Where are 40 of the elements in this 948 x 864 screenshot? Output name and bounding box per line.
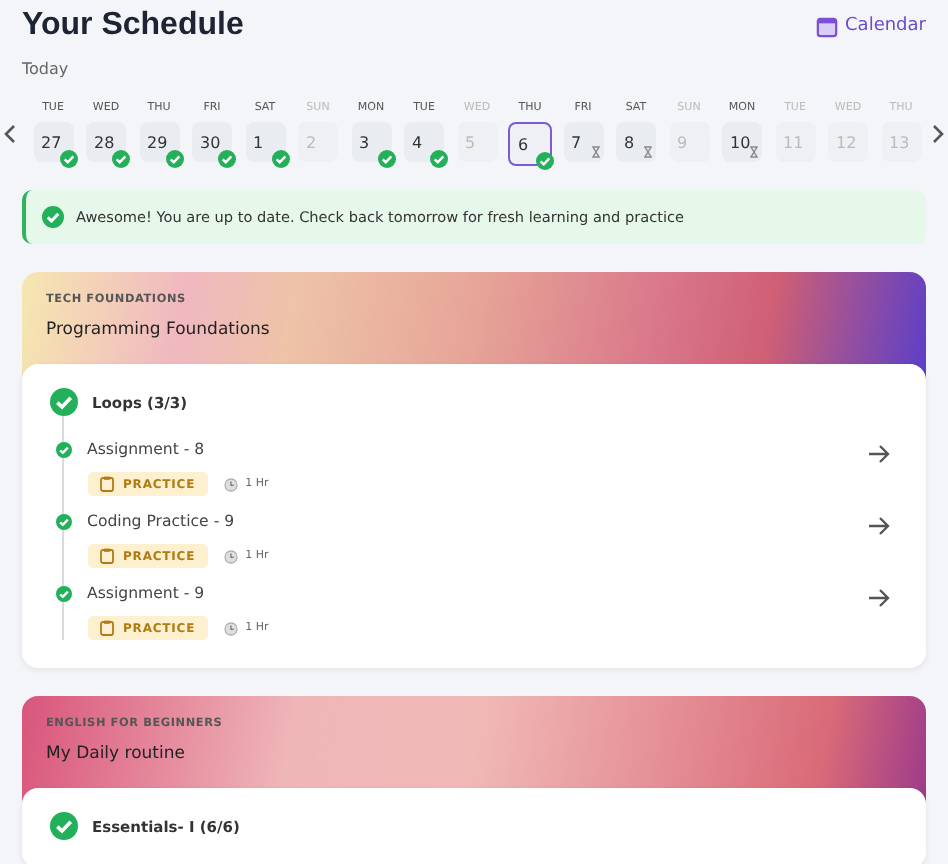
chevron-left-icon[interactable] <box>4 124 16 144</box>
course-title: My Daily routine <box>46 744 187 764</box>
calendar-icon <box>815 15 838 37</box>
date-button[interactable]: 4 <box>404 122 444 162</box>
clipboard-icon <box>99 620 113 636</box>
date-button[interactable]: 6 <box>508 122 552 166</box>
hourglass-icon <box>644 146 652 158</box>
date-button[interactable]: 30 <box>192 122 232 162</box>
check-icon <box>218 150 236 168</box>
arrow-right-icon[interactable] <box>868 588 890 608</box>
check-icon <box>165 150 183 168</box>
clock-icon <box>223 621 238 635</box>
check-icon <box>112 150 130 168</box>
clipboard-icon <box>99 548 113 564</box>
date-button[interactable]: 10 <box>722 122 762 162</box>
check-icon <box>377 150 395 168</box>
date-button[interactable]: 1 <box>245 122 285 162</box>
clock-icon <box>223 549 238 563</box>
arrow-right-icon[interactable] <box>868 444 890 464</box>
check-icon <box>430 150 448 168</box>
check-icon <box>536 152 554 170</box>
date-button[interactable]: 7 <box>563 122 603 162</box>
hourglass-icon <box>591 146 599 158</box>
chevron-right-icon[interactable] <box>932 124 944 144</box>
check-icon <box>59 150 77 168</box>
arrow-right-icon[interactable] <box>868 516 890 536</box>
check-icon <box>271 150 289 168</box>
clock-icon <box>223 477 238 491</box>
page-title: Your Schedule <box>22 8 244 44</box>
date-button[interactable]: 29 <box>139 122 179 162</box>
date-button[interactable]: 27 <box>33 122 73 162</box>
course-title: Programming Foundations <box>46 320 272 340</box>
clipboard-icon <box>99 476 113 492</box>
date-button[interactable]: 28 <box>86 122 126 162</box>
date-button[interactable]: 8 <box>616 122 656 162</box>
check-icon <box>42 206 64 228</box>
today-label: Today <box>20 58 71 78</box>
calendar-link[interactable]: Calendar <box>815 15 926 37</box>
hourglass-icon <box>750 146 758 158</box>
date-button[interactable]: 3 <box>351 122 391 162</box>
